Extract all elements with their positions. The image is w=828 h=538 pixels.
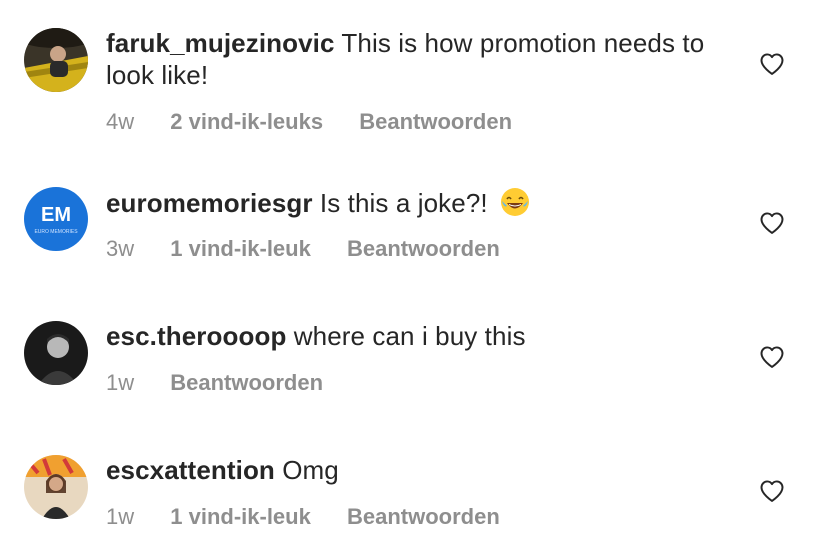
likes-count[interactable]: 2 vind-ik-leuks: [170, 109, 323, 134]
likes-count[interactable]: 1 vind-ik-leuk: [170, 236, 311, 261]
comment-meta: 1w 1 vind-ik-leuk Beantwoorden: [106, 503, 530, 531]
avatar[interactable]: EM EURO MEMORIES: [24, 187, 88, 251]
reply-button[interactable]: Beantwoorden: [170, 370, 323, 395]
reply-button[interactable]: Beantwoorden: [347, 504, 500, 529]
avatar[interactable]: [24, 321, 88, 385]
reply-button[interactable]: Beantwoorden: [359, 109, 512, 134]
comment-text: esc.theroooop where can i buy this: [106, 320, 706, 352]
comment-body: Omg: [274, 455, 339, 485]
comment-time[interactable]: 4w: [106, 109, 134, 134]
avatar-logo-text: EM: [41, 204, 71, 226]
comment-username[interactable]: euromemoriesgr: [106, 188, 313, 218]
avatar[interactable]: [24, 28, 88, 92]
heart-outline-icon[interactable]: [758, 50, 786, 78]
comment-time[interactable]: 1w: [106, 504, 134, 529]
reply-button[interactable]: Beantwoorden: [347, 236, 500, 261]
comment-body: Is this a joke?!: [312, 188, 488, 218]
comment-meta: 4w 2 vind-ik-leuks Beantwoorden: [106, 108, 542, 136]
heart-outline-icon[interactable]: [758, 477, 786, 505]
heart-outline-icon[interactable]: [758, 343, 786, 371]
comment-time[interactable]: 1w: [106, 370, 134, 395]
comment-text: escxattention Omg: [106, 454, 706, 486]
comment-username[interactable]: escxattention: [106, 455, 275, 485]
comment-username[interactable]: esc.theroooop: [106, 321, 286, 351]
comment-username[interactable]: faruk_mujezinovic: [106, 28, 335, 58]
laughing-emoji-icon: [501, 188, 530, 216]
comment-meta: 1w Beantwoorden: [106, 369, 353, 397]
heart-outline-icon[interactable]: [758, 209, 786, 237]
comment-text: faruk_mujezinovic This is how promotion …: [106, 27, 706, 91]
comment-time[interactable]: 3w: [106, 236, 134, 261]
comment-meta: 3w 1 vind-ik-leuk Beantwoorden: [106, 235, 530, 263]
likes-count[interactable]: 1 vind-ik-leuk: [170, 504, 311, 529]
avatar[interactable]: [24, 455, 88, 519]
avatar-logo-subtext: EURO MEMORIES: [34, 229, 78, 235]
comment-text: euromemoriesgr Is this a joke?!: [106, 186, 706, 219]
comment-body: where can i buy this: [286, 321, 526, 351]
